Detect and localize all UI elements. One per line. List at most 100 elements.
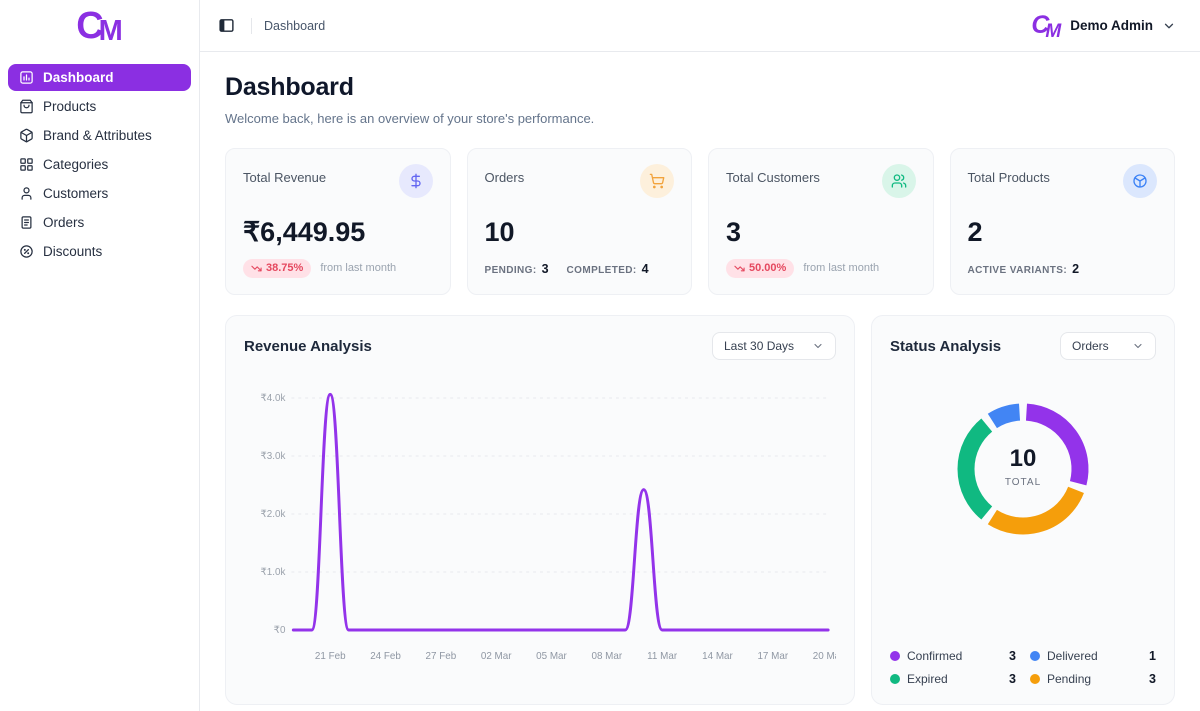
- stat-kv-pending: PENDING: 3: [485, 262, 549, 276]
- svg-text:₹3.0k: ₹3.0k: [261, 451, 286, 462]
- revenue-panel-title: Revenue Analysis: [244, 338, 372, 355]
- sidebar-item-label: Dashboard: [43, 70, 114, 85]
- sidebar-item-orders[interactable]: Orders: [8, 209, 191, 236]
- page-content: Dashboard Welcome back, here is an overv…: [200, 52, 1200, 711]
- sidebar-item-label: Products: [43, 99, 96, 114]
- trend-badge: 50.00%: [726, 259, 794, 278]
- stat-card-total-revenue: Total Revenue ₹6,449.95 38.75% from last…: [225, 148, 451, 295]
- breadcrumb: Dashboard: [264, 19, 325, 33]
- stat-kv-completed: COMPLETED: 4: [567, 262, 649, 276]
- svg-text:24 Feb: 24 Feb: [370, 651, 401, 662]
- stat-note: from last month: [803, 262, 879, 274]
- sidebar-item-brand-attributes[interactable]: Brand & Attributes: [8, 122, 191, 149]
- svg-text:11 Mar: 11 Mar: [647, 651, 678, 662]
- legend-item-pending: Pending 3: [1030, 672, 1156, 686]
- legend-item-delivered: Delivered 1: [1030, 649, 1156, 663]
- stat-cards-row: Total Revenue ₹6,449.95 38.75% from last…: [225, 148, 1175, 295]
- customers-icon-pill: [882, 164, 916, 198]
- sidebar-item-dashboard[interactable]: Dashboard: [8, 64, 191, 91]
- stat-title: Total Revenue: [243, 164, 326, 185]
- svg-text:08 Mar: 08 Mar: [591, 651, 622, 662]
- products-icon-pill: [1123, 164, 1157, 198]
- legend-item-confirmed: Confirmed 3: [890, 649, 1016, 663]
- user-menu[interactable]: CM Demo Admin: [1031, 13, 1176, 38]
- svg-text:₹1.0k: ₹1.0k: [261, 567, 286, 578]
- cart-icon: [649, 173, 665, 189]
- svg-text:₹2.0k: ₹2.0k: [261, 509, 286, 520]
- grid-icon: [19, 157, 34, 172]
- sidebar-item-products[interactable]: Products: [8, 93, 191, 120]
- trending-down-icon: [734, 263, 745, 274]
- legend-dot: [1030, 651, 1040, 661]
- sidebar-item-label: Brand & Attributes: [43, 128, 152, 143]
- donut-total-value: 10: [1010, 445, 1037, 472]
- sidebar-item-customers[interactable]: Customers: [8, 180, 191, 207]
- revenue-range-select[interactable]: Last 30 Days: [712, 332, 836, 360]
- legend-dot: [890, 674, 900, 684]
- sidebar-item-label: Customers: [43, 186, 108, 201]
- legend-item-expired: Expired 3: [890, 672, 1016, 686]
- stat-title: Total Products: [968, 164, 1050, 185]
- users-icon: [891, 173, 907, 189]
- stat-kv-active-variants: ACTIVE VARIANTS: 2: [968, 262, 1080, 276]
- page-title: Dashboard: [225, 73, 1175, 102]
- status-donut-wrap: 10 TOTAL: [890, 366, 1156, 572]
- chevron-down-icon: [1132, 340, 1144, 352]
- sphere-icon: [1132, 173, 1148, 189]
- main-area: Dashboard CM Demo Admin Dashboard Welcom…: [200, 0, 1200, 711]
- legend-dot: [890, 651, 900, 661]
- status-donut-chart: 10 TOTAL: [920, 366, 1126, 572]
- orders-icon-pill: [640, 164, 674, 198]
- stat-title: Total Customers: [726, 164, 820, 185]
- svg-text:21 Feb: 21 Feb: [315, 651, 346, 662]
- dashboard-chart-icon: [19, 70, 34, 85]
- topbar: Dashboard CM Demo Admin: [200, 0, 1200, 52]
- stat-card-orders: Orders 10 PENDING: 3 COMPLETED:: [467, 148, 693, 295]
- user-icon: [19, 186, 34, 201]
- dollar-icon: [408, 173, 424, 189]
- sidebar: C M Dashboard Products Brand & Attribute…: [0, 0, 200, 711]
- brand-logo[interactable]: C M: [0, 0, 199, 52]
- status-filter-select[interactable]: Orders: [1060, 332, 1156, 360]
- sidebar-toggle-button[interactable]: [214, 13, 239, 38]
- stat-note: from last month: [320, 262, 396, 274]
- percent-circle-icon: [19, 244, 34, 259]
- sidebar-item-categories[interactable]: Categories: [8, 151, 191, 178]
- revenue-line-chart: ₹0₹1.0k₹2.0k₹3.0k₹4.0k21 Feb24 Feb27 Feb…: [244, 376, 836, 674]
- svg-text:₹4.0k: ₹4.0k: [261, 393, 286, 404]
- trend-badge: 38.75%: [243, 259, 311, 278]
- app-root: C M Dashboard Products Brand & Attribute…: [0, 0, 1200, 711]
- svg-text:20 Mar: 20 Mar: [813, 651, 836, 662]
- revenue-analysis-panel: Revenue Analysis Last 30 Days ₹0 ₹1.0k ₹2.…: [225, 315, 855, 705]
- stat-title: Orders: [485, 164, 525, 185]
- stat-value: 2: [968, 219, 1158, 246]
- package-icon: [19, 128, 34, 143]
- trending-down-icon: [251, 263, 262, 274]
- legend-dot: [1030, 674, 1040, 684]
- svg-text:17 Mar: 17 Mar: [757, 651, 788, 662]
- sidebar-item-label: Orders: [43, 215, 84, 230]
- stat-value: 3: [726, 219, 916, 246]
- topbar-divider: [251, 18, 252, 34]
- brand-logo-letter-m: M: [99, 17, 123, 46]
- svg-text:05 Mar: 05 Mar: [536, 651, 567, 662]
- revenue-icon-pill: [399, 164, 433, 198]
- stat-card-total-customers: Total Customers 3 50.00% from last month: [708, 148, 934, 295]
- stat-card-total-products: Total Products 2 ACTIVE VARIANTS: 2: [950, 148, 1176, 295]
- stat-value: 10: [485, 219, 675, 246]
- charts-row: Revenue Analysis Last 30 Days ₹0 ₹1.0k ₹2.…: [225, 315, 1175, 705]
- svg-text:02 Mar: 02 Mar: [481, 651, 512, 662]
- chevron-down-icon: [1162, 19, 1176, 33]
- svg-text:₹0: ₹0: [274, 625, 286, 636]
- status-analysis-panel: Status Analysis Orders 10 TOTAL: [871, 315, 1175, 705]
- user-name: Demo Admin: [1070, 18, 1153, 33]
- chevron-down-icon: [812, 340, 824, 352]
- user-avatar-logo: CM: [1031, 13, 1061, 38]
- document-icon: [19, 215, 34, 230]
- shopping-bag-icon: [19, 99, 34, 114]
- sidebar-item-discounts[interactable]: Discounts: [8, 238, 191, 265]
- status-panel-title: Status Analysis: [890, 338, 1001, 355]
- status-legend: Confirmed 3 Delivered 1 Expired 3: [890, 649, 1156, 688]
- sidebar-nav: Dashboard Products Brand & Attributes Ca…: [0, 52, 199, 277]
- page-subtitle: Welcome back, here is an overview of you…: [225, 111, 1175, 126]
